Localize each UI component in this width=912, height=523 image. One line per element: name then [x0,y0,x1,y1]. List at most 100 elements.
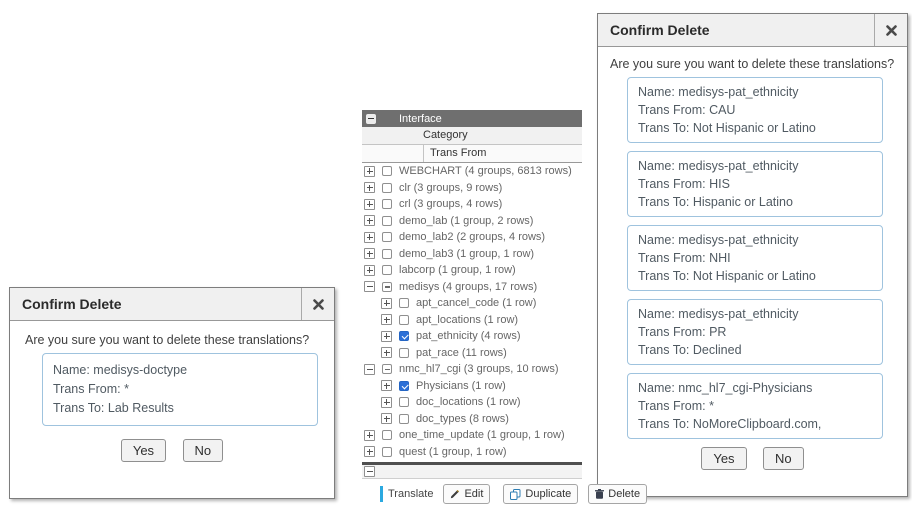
translation-line: Trans To: Not Hispanic or Latino [638,267,872,285]
checkbox-checked[interactable] [399,381,409,391]
tree-label: clr [399,182,411,194]
category-header-label: Category [423,127,468,144]
tree-label: pat_race [416,347,459,359]
close-icon[interactable] [874,14,907,46]
dialog-title: Confirm Delete [10,296,301,312]
tree-label: apt_locations [416,314,481,326]
tree-label: demo_lab2 [399,231,453,243]
collapse-icon[interactable] [366,114,376,124]
translation-list: Name: medisys-pat_ethnicityTrans From: C… [610,77,895,439]
tree-row[interactable]: demo_lab(1 group, 2 rows) [362,213,582,230]
checkbox-unchecked[interactable] [382,249,392,259]
checkbox-unchecked[interactable] [382,183,392,193]
close-icon[interactable] [301,288,334,320]
delete-button[interactable]: Delete [588,484,647,504]
expand-icon[interactable] [364,446,375,457]
tree-label: labcorp [399,264,435,276]
dialog-header: Confirm Delete [10,288,334,321]
trans-from-header: Trans From [362,145,582,163]
yes-button[interactable]: Yes [121,439,166,462]
expand-icon[interactable] [364,248,375,259]
tree-row[interactable]: quest(1 group, 1 row) [362,444,582,461]
tree-meta: (4 groups, 17 rows) [442,281,537,293]
checkbox-unchecked[interactable] [382,199,392,209]
tree-row[interactable]: clr(3 groups, 9 rows) [362,180,582,197]
collapse-icon[interactable] [364,364,375,375]
expand-icon[interactable] [381,413,392,424]
tree-row[interactable]: WEBCHART(4 groups, 6813 rows) [362,163,582,180]
confirm-message: Are you sure you want to delete these tr… [25,333,319,347]
checkbox-unchecked[interactable] [399,298,409,308]
checkbox-unchecked[interactable] [382,216,392,226]
translation-line: Name: nmc_hl7_cgi-Physicians [638,379,872,397]
edit-button[interactable]: Edit [443,484,490,504]
tree-row[interactable]: one_time_update(1 group, 1 row) [362,427,582,444]
checkbox-unchecked[interactable] [382,430,392,440]
expand-icon[interactable] [381,298,392,309]
checkbox-unchecked[interactable] [399,414,409,424]
translation-item: Name: medisys-pat_ethnicityTrans From: N… [627,225,883,291]
tree-label: WEBCHART [399,165,462,177]
translate-tab[interactable]: Translate [388,488,433,500]
dialog-buttons: Yes No [610,447,895,470]
tree-label: Physicians [416,380,469,392]
tree-row[interactable]: doc_types(8 rows) [362,411,582,428]
tree-label: quest [399,446,426,458]
checkbox-unchecked[interactable] [399,348,409,358]
interface-tree: WEBCHART(4 groups, 6813 rows)clr(3 group… [362,163,582,460]
translation-line: Trans To: NoMoreClipboard.com, [638,415,872,433]
expand-icon[interactable] [381,314,392,325]
expand-icon[interactable] [364,215,375,226]
translation-item: Name: nmc_hl7_cgi-PhysiciansTrans From: … [627,373,883,439]
checkbox-unchecked[interactable] [382,265,392,275]
tree-row[interactable]: demo_lab3(1 group, 1 row) [362,246,582,263]
translation-line: Trans From: * [53,380,307,399]
tree-row[interactable]: Physicians(1 row) [362,378,582,395]
checkbox-indeterminate[interactable] [382,282,392,292]
tree-row[interactable]: crl(3 groups, 4 rows) [362,196,582,213]
expand-icon[interactable] [364,199,375,210]
tree-meta: (3 groups, 4 rows) [414,198,503,210]
pencil-icon [450,489,460,499]
tree-label: medisys [399,281,439,293]
tree-row[interactable]: apt_cancel_code(1 row) [362,295,582,312]
expand-icon[interactable] [364,265,375,276]
tree-meta: (1 group, 1 row) [438,264,516,276]
checkbox-unchecked[interactable] [382,447,392,457]
checkbox-unchecked[interactable] [382,232,392,242]
checkbox-unchecked[interactable] [399,397,409,407]
expand-icon[interactable] [364,166,375,177]
expand-icon[interactable] [381,347,392,358]
duplicate-button[interactable]: Duplicate [503,484,578,504]
no-button[interactable]: No [763,447,804,470]
tree-label: apt_cancel_code [416,297,499,309]
no-button[interactable]: No [183,439,224,462]
checkbox-indeterminate[interactable] [382,364,392,374]
expand-icon[interactable] [381,331,392,342]
tree-meta: (1 group, 1 row) [487,429,565,441]
expand-icon[interactable] [364,182,375,193]
expand-icon[interactable] [381,397,392,408]
collapse-icon[interactable] [364,466,375,477]
tree-row[interactable]: medisys(4 groups, 17 rows) [362,279,582,296]
yes-button[interactable]: Yes [701,447,746,470]
tree-meta: (4 groups, 6813 rows) [465,165,572,177]
tree-row[interactable]: pat_ethnicity(4 rows) [362,328,582,345]
panel-footer [362,465,582,479]
tree-row[interactable]: labcorp(1 group, 1 row) [362,262,582,279]
expand-icon[interactable] [364,430,375,441]
tree-row[interactable]: nmc_hl7_cgi(3 groups, 10 rows) [362,361,582,378]
expand-icon[interactable] [364,232,375,243]
tree-row[interactable]: apt_locations(1 row) [362,312,582,329]
tree-row[interactable]: pat_race(11 rows) [362,345,582,362]
tree-meta: (11 rows) [462,347,507,359]
collapse-icon[interactable] [364,281,375,292]
translation-line: Trans From: * [638,397,872,415]
dialog-title: Confirm Delete [598,22,874,38]
checkbox-checked[interactable] [399,331,409,341]
expand-icon[interactable] [381,380,392,391]
tree-row[interactable]: demo_lab2(2 groups, 4 rows) [362,229,582,246]
checkbox-unchecked[interactable] [382,166,392,176]
checkbox-unchecked[interactable] [399,315,409,325]
tree-row[interactable]: doc_locations(1 row) [362,394,582,411]
